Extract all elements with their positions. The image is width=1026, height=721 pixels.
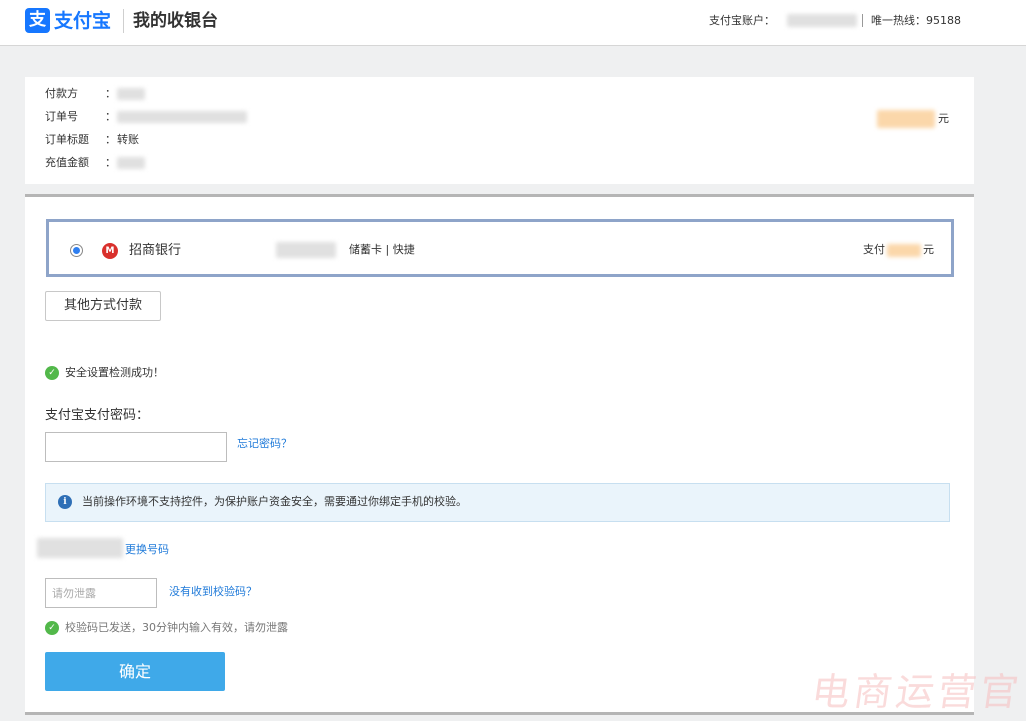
security-check-status: 安全设置检测成功！ [65,366,164,379]
payer-row: 付款方 ： [45,87,145,101]
payment-panel: M 招商银行 储蓄卡 | 快捷 支付 元 其他方式付款 ✓ 安全设置检测成功！ 支… [25,194,974,712]
card-number-redacted [276,242,336,258]
bank-card-radio[interactable] [70,244,83,257]
phone-number-redacted [37,538,123,558]
password-input[interactable] [45,432,227,462]
order-number-redacted [117,111,247,123]
page-title: 我的收银台 [133,11,218,31]
payer-label: 付款方 [45,87,78,100]
no-code-received-link[interactable]: 没有收到校验码？ [169,585,257,599]
verification-code-input[interactable] [45,578,157,608]
bank-pay-currency: 元 [923,243,934,256]
other-payment-method-button[interactable]: 其他方式付款 [45,291,161,321]
bank-pay-value-redacted [887,243,921,257]
info-icon: i [58,495,72,509]
recharge-amount-redacted [117,157,145,169]
change-number-link[interactable]: 更换号码 [125,543,169,557]
alipay-logo-icon[interactable]: 支 [25,8,50,33]
alipay-logo-text[interactable]: 支付宝 [54,8,111,34]
code-sent-check-icon: ✓ [45,621,59,635]
order-title-value: 转账 [117,133,139,146]
order-total-currency: 元 [938,112,949,125]
confirm-button[interactable]: 确定 [45,652,225,691]
payer-colon: ： [105,87,116,100]
top-header: 支 支付宝 我的收银台 支付宝账户： 唯一热线：95188 [0,0,1026,46]
password-label: 支付宝支付密码： [45,408,150,423]
account-value-redacted [787,14,857,27]
order-title-label: 订单标题 [45,133,89,146]
code-sent-notice: 校验码已发送，30分钟内输入有效，请勿泄露 [65,621,288,634]
bank-name: 招商银行 [129,243,182,258]
bank-pay-label: 支付 [863,243,885,256]
card-type: 储蓄卡 | 快捷 [349,243,415,256]
recharge-amount-colon: ： [105,156,116,169]
account-label: 支付宝账户： [709,14,775,27]
order-number-colon: ： [105,110,116,123]
header-divider [123,9,124,33]
cmb-bank-logo-icon: M [102,243,118,259]
recharge-amount-label: 充值金额 [45,156,89,169]
header-hotline-divider [862,14,863,27]
watermark: 电商运营官 [808,670,1026,714]
bank-card-option[interactable]: M 招商银行 储蓄卡 | 快捷 支付 元 [46,219,954,277]
order-total-amount: 元 [877,110,949,128]
order-info-panel: 付款方： 订单号： 订单标题 ：转账 充值金额： 元 [25,77,974,184]
order-title-row: 订单标题 ：转账 [45,133,139,147]
hotline-text: 唯一热线：95188 [871,14,961,27]
info-notice: i 当前操作环境不支持控件，为保护账户资金安全，需要通过你绑定手机的校验。 [45,483,950,522]
bank-pay-amount: 支付 元 [863,243,934,257]
info-notice-text: 当前操作环境不支持控件，为保护账户资金安全，需要通过你绑定手机的校验。 [82,495,467,508]
order-number-row: 订单号 ： [45,110,247,124]
order-title-colon: ： [105,133,116,146]
order-total-redacted [877,110,935,128]
recharge-amount-row: 充值金额 ： [45,156,145,170]
forgot-password-link[interactable]: 忘记密码？ [237,437,292,451]
check-success-icon: ✓ [45,366,59,380]
order-number-label: 订单号 [45,110,78,123]
payer-value-redacted [117,88,145,100]
